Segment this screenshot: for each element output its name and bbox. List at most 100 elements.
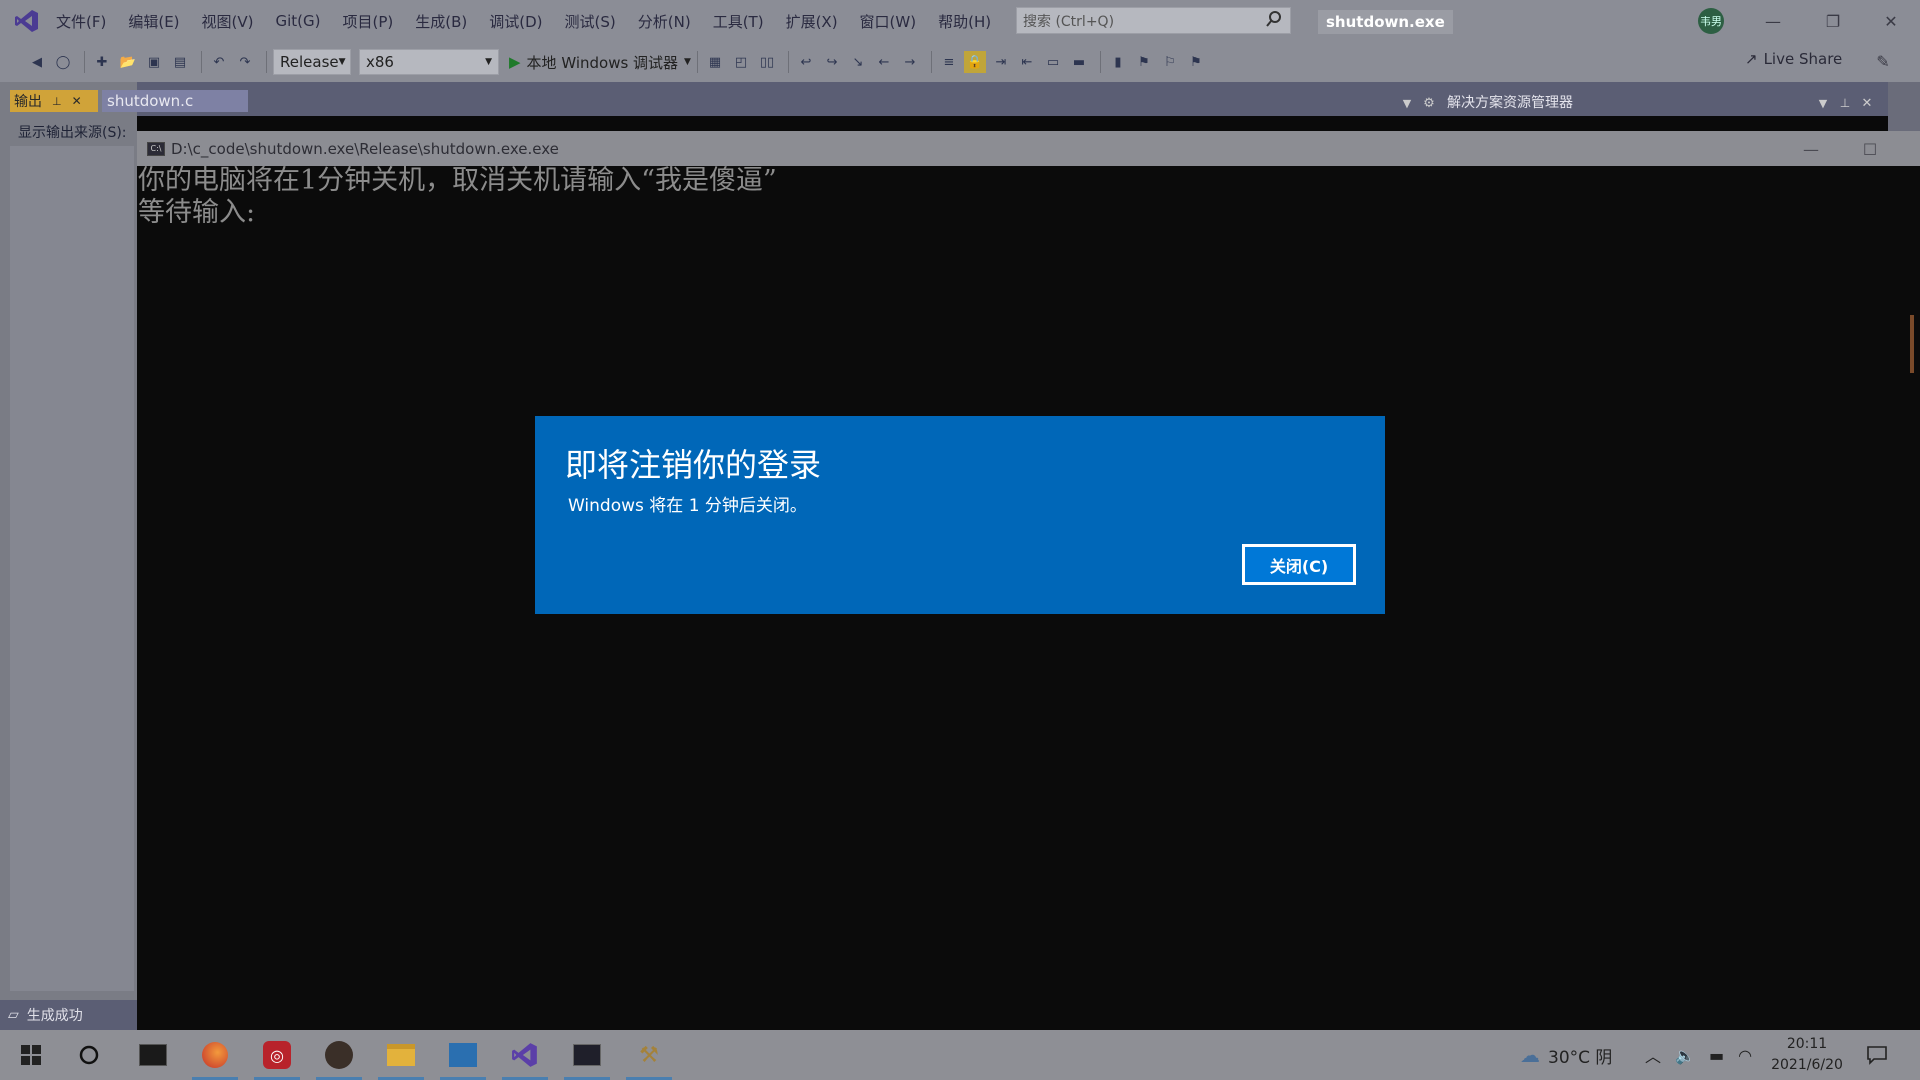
menu-extensions[interactable]: 扩展(X) — [786, 11, 838, 32]
tab-shutdown-c[interactable]: shutdown.c — [102, 90, 248, 112]
console-maximize-icon[interactable]: ☐ — [1855, 136, 1885, 162]
output-source-label: 显示输出来源(S): — [18, 125, 127, 141]
save-icon[interactable]: ▣ — [143, 51, 165, 73]
solution-explorer-title: 解决方案资源管理器 — [1447, 95, 1573, 111]
pin-icon[interactable]: ⊥ — [52, 95, 62, 108]
terminal-app-icon[interactable] — [126, 1030, 180, 1080]
chevron-up-icon[interactable]: ︿ — [1645, 1043, 1661, 1067]
volume-icon[interactable]: 🔈 — [1675, 1046, 1695, 1065]
console-line: 你的电脑将在1分钟关机，取消关机请输入“我是傻逼” — [138, 165, 777, 196]
feedback-icon[interactable]: ✎ — [1868, 48, 1898, 74]
undo-icon[interactable]: ↶ — [208, 51, 230, 73]
game-app-icon[interactable] — [312, 1030, 366, 1080]
indent-icon[interactable]: ⇥ — [990, 51, 1012, 73]
netease-music-app-icon[interactable]: ◎ — [250, 1030, 304, 1080]
arrow-left-icon[interactable]: ← — [873, 51, 895, 73]
menu-git[interactable]: Git(G) — [276, 12, 321, 30]
live-share-label: Live Share — [1763, 50, 1843, 68]
live-share-button[interactable]: ↗ Live Share — [1745, 50, 1842, 68]
windows-start-icon[interactable] — [4, 1030, 58, 1080]
outdent-icon[interactable]: ⇤ — [1016, 51, 1038, 73]
save-all-icon[interactable]: ▤ — [169, 51, 191, 73]
taskbar-clock[interactable]: 20:11 2021/6/20 — [1762, 1034, 1852, 1076]
close-button[interactable]: 关闭(C) — [1242, 544, 1356, 585]
forward-nav-icon[interactable]: ◯ — [52, 51, 74, 73]
file-explorer-icon[interactable] — [374, 1030, 428, 1080]
tools-app-icon[interactable]: ⚒ — [622, 1030, 676, 1080]
tab-output-label: 输出 — [14, 94, 42, 110]
menu-test[interactable]: 测试(S) — [565, 11, 616, 32]
console-title-text: D:\c_code\shutdown.exe\Release\shutdown.… — [171, 139, 559, 158]
step-back-icon[interactable]: ↩ — [795, 51, 817, 73]
chevron-down-icon: ▼ — [338, 57, 346, 67]
clear-bookmark-icon[interactable]: ⚑ — [1185, 51, 1207, 73]
menu-tools[interactable]: 工具(T) — [713, 11, 764, 32]
separator — [787, 51, 789, 73]
menu-view[interactable]: 视图(V) — [202, 11, 254, 32]
chevron-down-icon: ▼ — [684, 57, 691, 67]
search-circle-icon[interactable] — [62, 1030, 116, 1080]
screenshot-icon[interactable]: ◰ — [730, 51, 752, 73]
system-tray: ︿ 🔈 ▬ ◠ — [1645, 1030, 1752, 1080]
battery-icon[interactable]: ▬ — [1709, 1046, 1724, 1065]
wifi-icon[interactable]: ◠ — [1738, 1046, 1752, 1065]
equals-icon[interactable]: ≡ — [938, 51, 960, 73]
console-minimize-icon[interactable]: — — [1796, 136, 1826, 162]
search-input[interactable]: 搜索 (Ctrl+Q) — [1016, 7, 1291, 34]
scrollbar-marker[interactable] — [1910, 315, 1914, 373]
lock-icon[interactable]: 🔒 — [963, 51, 986, 73]
status-bar: ▱ 生成成功 — [0, 1000, 137, 1030]
step-over-icon[interactable]: ↪ — [821, 51, 843, 73]
user-avatar[interactable]: 韦男 — [1698, 8, 1724, 34]
console-app-icon[interactable] — [560, 1030, 614, 1080]
close-window-icon[interactable]: ✕ — [1876, 8, 1906, 34]
uncomment-icon[interactable]: ▬ — [1068, 51, 1090, 73]
visual-studio-logo-icon[interactable] — [12, 6, 42, 36]
tab-output[interactable]: 输出 ⊥ ✕ — [10, 90, 98, 112]
solution-name-badge[interactable]: shutdown.exe — [1318, 10, 1453, 34]
close-icon[interactable]: ✕ — [1852, 90, 1882, 116]
menu-help[interactable]: 帮助(H) — [938, 11, 991, 32]
settings-gear-icon[interactable]: ⚙ — [1414, 90, 1444, 116]
menu-debug[interactable]: 调试(D) — [489, 11, 542, 32]
start-debugger-button[interactable]: ▶ 本地 Windows 调试器 ▼ — [509, 52, 691, 73]
close-icon[interactable]: ✕ — [72, 94, 82, 108]
menu-analyze[interactable]: 分析(N) — [638, 11, 691, 32]
toolbar: ◀ ◯ ✚ 📂 ▣ ▤ ↶ ↷ Release ▼ x86 ▼ ▶ 本地 Win… — [0, 42, 1920, 82]
step-into-icon[interactable]: ↘ — [847, 51, 869, 73]
firefox-app-icon[interactable] — [188, 1030, 242, 1080]
bookmark-icon[interactable]: ▮ — [1107, 51, 1129, 73]
photos-app-icon[interactable] — [436, 1030, 490, 1080]
new-project-icon[interactable]: ✚ — [91, 51, 113, 73]
notification-icon[interactable] — [1866, 1030, 1888, 1080]
console-line: 等待输入: — [138, 197, 256, 228]
menu-window[interactable]: 窗口(W) — [860, 11, 917, 32]
search-placeholder: 搜索 (Ctrl+Q) — [1023, 13, 1115, 30]
restore-icon[interactable]: ❐ — [1818, 8, 1848, 34]
visual-studio-app-icon[interactable] — [498, 1030, 552, 1080]
browse-icon[interactable]: ▦ — [704, 51, 726, 73]
platform-value: x86 — [366, 53, 394, 71]
output-text-area[interactable] — [10, 146, 134, 991]
minimize-icon[interactable]: — — [1758, 8, 1788, 34]
menu-build[interactable]: 生成(B) — [415, 11, 467, 32]
status-text: 生成成功 — [26, 1008, 83, 1024]
prev-bookmark-icon[interactable]: ⚑ — [1133, 51, 1155, 73]
document-tabstrip — [0, 82, 1920, 116]
configuration-dropdown[interactable]: Release ▼ — [273, 49, 351, 75]
separator — [266, 51, 267, 73]
open-folder-icon[interactable]: 📂 — [117, 51, 139, 73]
back-nav-icon[interactable]: ◀ — [26, 51, 48, 73]
next-bookmark-icon[interactable]: ⚐ — [1159, 51, 1181, 73]
dialog-message: Windows 将在 1 分钟后关闭。 — [568, 496, 807, 516]
platform-dropdown[interactable]: x86 ▼ — [359, 49, 499, 75]
redo-icon[interactable]: ↷ — [234, 51, 256, 73]
console-title-bar[interactable]: C:\ D:\c_code\shutdown.exe\Release\shutd… — [137, 131, 1920, 166]
arrow-right-icon[interactable]: → — [899, 51, 921, 73]
comment-icon[interactable]: ▭ — [1042, 51, 1064, 73]
weather-widget[interactable]: ☁ 30°C 阴 — [1520, 1030, 1612, 1080]
menu-file[interactable]: 文件(F) — [56, 11, 106, 32]
menu-edit[interactable]: 编辑(E) — [128, 11, 179, 32]
menu-project[interactable]: 项目(P) — [343, 11, 394, 32]
layout-icon[interactable]: ▯▯ — [756, 51, 778, 73]
